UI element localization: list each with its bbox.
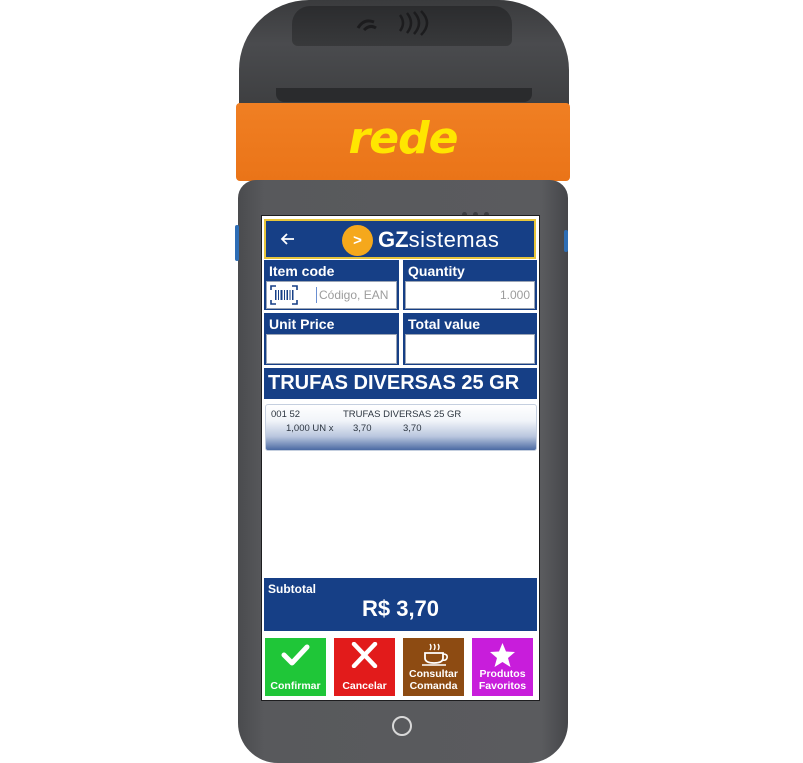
quantity-value: 1.000: [499, 288, 530, 302]
paper-lip: [276, 88, 532, 102]
app-header: > GZsistemas: [264, 219, 536, 259]
contactless-icon: [356, 10, 429, 36]
favorite-products-label: Produtos Favoritos: [472, 668, 533, 692]
item-code-input[interactable]: Código, EAN: [266, 281, 397, 309]
text-caret: [316, 287, 317, 303]
barcode-scan-icon[interactable]: [270, 285, 298, 305]
total-value-input[interactable]: [405, 334, 535, 364]
consult-order-label: Consultar Comanda: [403, 668, 464, 692]
star-icon: [490, 643, 515, 667]
subtotal-panel: Subtotal R$ 3,70: [264, 578, 537, 631]
quantity-label: Quantity: [408, 263, 465, 279]
side-button-right[interactable]: [564, 230, 568, 252]
check-icon: [281, 644, 310, 666]
product-name-banner: TRUFAS DIVERSAS 25 GR: [264, 368, 537, 399]
subtotal-label: Subtotal: [268, 582, 316, 596]
app-logo-mark: >: [342, 225, 373, 256]
quantity-input[interactable]: 1.000: [405, 281, 535, 309]
app-logo-text: GZsistemas: [378, 226, 499, 254]
confirm-label: Confirmar: [270, 680, 321, 692]
home-button[interactable]: [392, 716, 412, 736]
confirm-button[interactable]: Confirmar: [265, 638, 326, 696]
fav-label-line1: Produtos: [479, 668, 526, 680]
unit-price-input[interactable]: [266, 334, 397, 364]
brand-logo: rede: [348, 112, 459, 164]
back-button[interactable]: [276, 227, 300, 251]
close-icon: [351, 642, 378, 668]
side-button-left[interactable]: [235, 225, 239, 261]
fav-label-line2: Favoritos: [478, 680, 527, 692]
item-code-label: Item code: [269, 263, 335, 279]
cancel-button[interactable]: Cancelar: [334, 638, 395, 696]
item-code-cell: 001 52: [271, 409, 301, 420]
item-code-placeholder: Código, EAN: [319, 288, 389, 302]
item-qty-cell: 1,000 UN x: [286, 423, 334, 434]
device-screen: > GZsistemas Item code Código, EAN Quant…: [261, 215, 540, 701]
logo-brand-rest: sistemas: [408, 227, 500, 252]
coffee-cup-icon: [422, 643, 448, 666]
item-unit-price-cell: 3,70: [353, 423, 372, 434]
logo-brand-bold: GZ: [378, 227, 409, 252]
unit-price-label: Unit Price: [269, 316, 335, 332]
total-value-label: Total value: [408, 316, 481, 332]
item-total-cell: 3,70: [403, 423, 422, 434]
list-item[interactable]: 001 52 TRUFAS DIVERSAS 25 GR 1,000 UN x …: [265, 404, 537, 451]
quantity-field: Quantity 1.000: [403, 260, 537, 310]
brand-band: rede: [236, 103, 570, 181]
subtotal-value: R$ 3,70: [361, 596, 440, 621]
front-sensors: [462, 204, 502, 217]
arrow-left-icon: [280, 233, 294, 245]
total-value-field: Total value: [403, 313, 537, 365]
consult-label-line1: Consultar: [408, 668, 458, 680]
item-code-field: Item code Código, EAN: [264, 260, 399, 310]
unit-price-field: Unit Price: [264, 313, 399, 365]
item-description-cell: TRUFAS DIVERSAS 25 GR: [343, 409, 462, 420]
consult-order-button[interactable]: Consultar Comanda: [403, 638, 464, 696]
favorite-products-button[interactable]: Produtos Favoritos: [472, 638, 533, 696]
cancel-label: Cancelar: [342, 680, 387, 692]
consult-label-line2: Comanda: [409, 680, 458, 692]
